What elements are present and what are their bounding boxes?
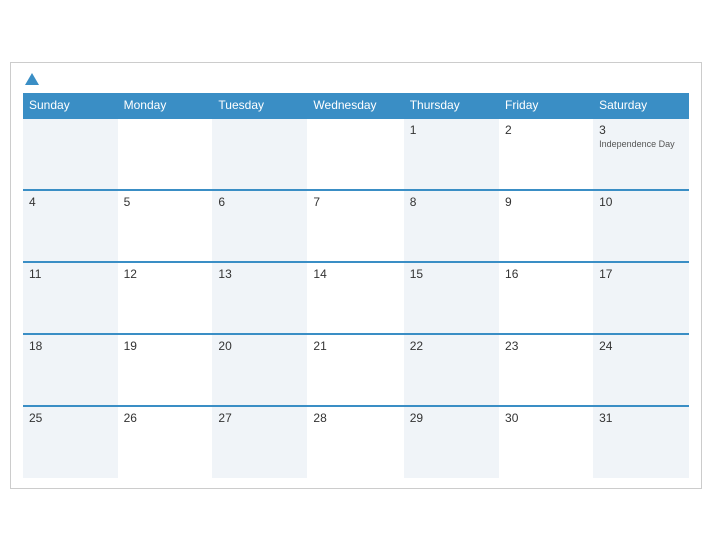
- day-cell: 4: [23, 190, 118, 262]
- calendar-container: SundayMondayTuesdayWednesdayThursdayFrid…: [10, 62, 702, 489]
- day-number: 3: [599, 123, 683, 137]
- day-cell: 13: [212, 262, 307, 334]
- day-number: 28: [313, 411, 397, 425]
- day-header-thursday: Thursday: [404, 93, 499, 118]
- day-number: 18: [29, 339, 112, 353]
- day-cell: 7: [307, 190, 403, 262]
- day-cell: 31: [593, 406, 689, 478]
- day-header-wednesday: Wednesday: [307, 93, 403, 118]
- day-cell: 1: [404, 118, 499, 190]
- day-cell: [118, 118, 213, 190]
- day-header-friday: Friday: [499, 93, 593, 118]
- day-number: 24: [599, 339, 683, 353]
- day-number: 14: [313, 267, 397, 281]
- day-number: 29: [410, 411, 493, 425]
- week-row-3: 11 12 13 14 15 16 17: [23, 262, 689, 334]
- day-header-saturday: Saturday: [593, 93, 689, 118]
- day-number: 8: [410, 195, 493, 209]
- day-cell: 20: [212, 334, 307, 406]
- day-cell: 6: [212, 190, 307, 262]
- day-cell: 27: [212, 406, 307, 478]
- day-cell: 3 Independence Day: [593, 118, 689, 190]
- day-cell: 15: [404, 262, 499, 334]
- day-cell: 2: [499, 118, 593, 190]
- day-cell: 29: [404, 406, 499, 478]
- day-cell: 18: [23, 334, 118, 406]
- day-number: 22: [410, 339, 493, 353]
- day-number: 13: [218, 267, 301, 281]
- day-cell: 22: [404, 334, 499, 406]
- day-number: 16: [505, 267, 587, 281]
- day-cell: 5: [118, 190, 213, 262]
- day-number: 5: [124, 195, 207, 209]
- day-cell: 14: [307, 262, 403, 334]
- day-cell: 12: [118, 262, 213, 334]
- day-number: 9: [505, 195, 587, 209]
- day-number: 2: [505, 123, 587, 137]
- holiday-label: Independence Day: [599, 139, 683, 150]
- day-cell: 19: [118, 334, 213, 406]
- logo: [23, 73, 41, 85]
- week-row-5: 25 26 27 28 29 30 31: [23, 406, 689, 478]
- day-cell: 16: [499, 262, 593, 334]
- day-number: 7: [313, 195, 397, 209]
- day-number: 25: [29, 411, 112, 425]
- day-number: 31: [599, 411, 683, 425]
- day-cell: 30: [499, 406, 593, 478]
- day-number: 12: [124, 267, 207, 281]
- day-cell: 9: [499, 190, 593, 262]
- day-header-sunday: Sunday: [23, 93, 118, 118]
- day-number: 21: [313, 339, 397, 353]
- calendar-table: SundayMondayTuesdayWednesdayThursdayFrid…: [23, 93, 689, 478]
- day-header-monday: Monday: [118, 93, 213, 118]
- week-row-4: 18 19 20 21 22 23 24: [23, 334, 689, 406]
- day-number: 15: [410, 267, 493, 281]
- day-cell: 28: [307, 406, 403, 478]
- logo-triangle-icon: [25, 73, 39, 85]
- day-number: 10: [599, 195, 683, 209]
- day-number: 19: [124, 339, 207, 353]
- week-row-2: 456789 10: [23, 190, 689, 262]
- day-number: 1: [410, 123, 493, 137]
- day-number: 4: [29, 195, 112, 209]
- day-cell: 8: [404, 190, 499, 262]
- day-cell: 10: [593, 190, 689, 262]
- day-cell: [307, 118, 403, 190]
- day-cell: [23, 118, 118, 190]
- day-cell: 21: [307, 334, 403, 406]
- day-number: 30: [505, 411, 587, 425]
- week-row-1: 123 Independence Day: [23, 118, 689, 190]
- day-cell: [212, 118, 307, 190]
- days-header-row: SundayMondayTuesdayWednesdayThursdayFrid…: [23, 93, 689, 118]
- day-number: 26: [124, 411, 207, 425]
- day-number: 11: [29, 267, 112, 281]
- calendar-header: [23, 73, 689, 85]
- day-cell: 25: [23, 406, 118, 478]
- day-header-tuesday: Tuesday: [212, 93, 307, 118]
- day-cell: 23: [499, 334, 593, 406]
- day-cell: 24: [593, 334, 689, 406]
- day-cell: 17: [593, 262, 689, 334]
- day-number: 23: [505, 339, 587, 353]
- day-cell: 11: [23, 262, 118, 334]
- day-number: 27: [218, 411, 301, 425]
- day-number: 17: [599, 267, 683, 281]
- day-number: 6: [218, 195, 301, 209]
- day-cell: 26: [118, 406, 213, 478]
- day-number: 20: [218, 339, 301, 353]
